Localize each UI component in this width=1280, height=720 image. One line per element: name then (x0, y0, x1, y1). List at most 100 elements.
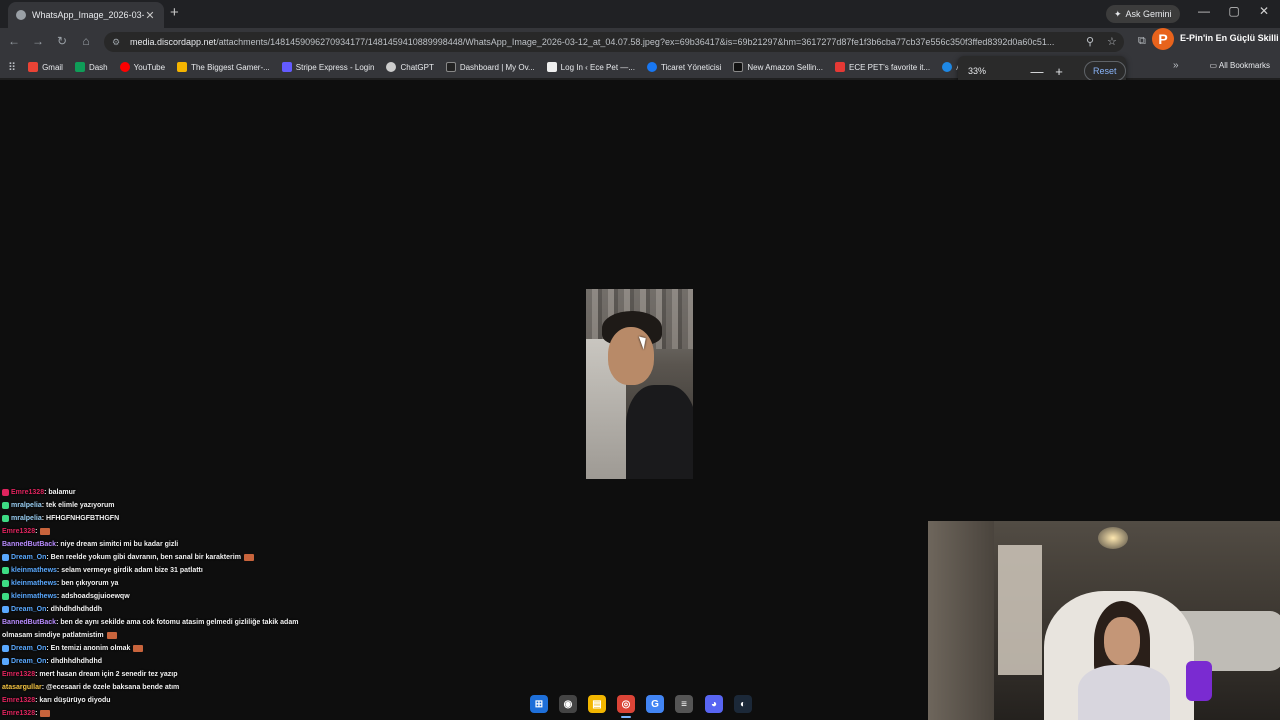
chat-username: mralpelia (11, 502, 42, 509)
viewed-image[interactable] (586, 289, 693, 479)
bookmark-dash[interactable]: Dash (74, 62, 108, 72)
app-icon[interactable]: ≡ (675, 695, 693, 713)
bookmark-chatgpt[interactable]: ChatGPT (386, 62, 434, 72)
chat-message: Emre1328: balamur (2, 488, 76, 498)
chat-message: olmasam simdiye patlatmistim (2, 631, 117, 641)
reload-icon[interactable]: ↻ (54, 34, 70, 48)
chat-message: BannedButBack: niye dream simitci mi bu … (2, 540, 178, 550)
meta-icon (646, 62, 657, 72)
taskbar: ⊞ ◉ ▤ ◎ G ≡ ◕ ◐ (0, 688, 1280, 720)
bookmark-stripe[interactable]: Stripe Express - Login (281, 62, 374, 72)
tab-whatsapp-image[interactable]: WhatsApp_Image_2026-03-12_ ✕ (8, 2, 164, 28)
chat-message: Dream_On: En temizi anonim olmak (2, 644, 144, 654)
ece-pet-icon (835, 62, 845, 72)
url-host: media.discordapp.net (130, 37, 217, 47)
chat-text: : mert hasan dream için 2 senedir tez ya… (35, 671, 178, 678)
ask-gemini-label: Ask Gemini (1125, 9, 1172, 19)
bookmark-gmail[interactable]: Gmail (28, 62, 63, 72)
windows-start-icon[interactable]: ⊞ (530, 695, 548, 713)
bookmark-a-icon (942, 62, 953, 72)
chatgpt-icon (386, 62, 397, 72)
chat-text: : dhdhhdhdhdhd (46, 658, 102, 665)
chat-username: BannedButBack (2, 541, 57, 548)
all-bookmarks[interactable]: ▭ All Bookmarks (1210, 61, 1270, 70)
chat-text: : ben de aynı sekilde ama cok fotomu ata… (56, 619, 299, 626)
profile-label: E-Pin'in En Güçlü Skilli (1180, 33, 1279, 43)
zoom-reset-button[interactable]: Reset (1084, 61, 1126, 81)
stripe-icon (281, 62, 292, 72)
chat-username: Dream_On (11, 554, 47, 561)
chat-text: : ben çıkıyorum ya (56, 580, 119, 587)
chat-message: Dream_On: dhhdhdhdhddh (2, 605, 102, 615)
chat-username: mralpelia (11, 515, 42, 522)
bookmark-star-icon[interactable]: ☆ (1107, 35, 1117, 48)
gemini-sparkle-icon: ✦ (1114, 8, 1122, 19)
address-bar[interactable]: ⚙ media.discordapp.net/attachments/14814… (104, 32, 1124, 52)
extensions-icon[interactable]: ⧉ (1138, 35, 1146, 48)
back-icon[interactable]: ← (6, 34, 22, 48)
chat-username: Emre1328 (2, 528, 36, 535)
forward-icon[interactable]: → (30, 34, 46, 48)
bookmark-biggest-gamer[interactable]: The Biggest Gamer-... (177, 62, 270, 72)
chat-text: : HFHGFNHGFBTHGFN (41, 515, 120, 522)
chat-text: : adshoadsgjuioewqw (56, 593, 130, 600)
home-icon[interactable]: ⌂ (78, 34, 94, 48)
chat-username: Dream_On (11, 645, 47, 652)
chat-username: kleinmathews (11, 567, 57, 574)
bookmark-ticaret[interactable]: Ticaret Yöneticisi (646, 62, 721, 72)
chat-badge-icon (2, 579, 9, 587)
amazon-icon (733, 62, 744, 72)
chat-badge-icon (2, 488, 9, 496)
bookmarks-overflow-icon[interactable]: » (1173, 60, 1179, 71)
antivirus-icon[interactable]: ◉ (559, 695, 577, 713)
chat-message: Emre1328: mert hasan dream için 2 senedi… (2, 670, 177, 680)
google-app-icon[interactable]: G (646, 695, 664, 713)
tab-title: WhatsApp_Image_2026-03-12_ (32, 10, 144, 20)
bookmark-youtube[interactable]: YouTube (119, 62, 165, 72)
site-info-icon[interactable]: ⚙ (112, 37, 124, 48)
chat-emote-icon (243, 553, 254, 561)
bookmark-amazon[interactable]: New Amazon Sellin... (733, 62, 823, 72)
chat-username: kleinmathews (11, 593, 57, 600)
chat-badge-icon (2, 657, 9, 665)
active-app-indicator (621, 716, 631, 718)
tab-close-icon[interactable]: ✕ (144, 9, 156, 22)
bookmark-dashboard[interactable]: Dashboard | My Ov... (445, 62, 535, 72)
chat-username: Dream_On (11, 606, 47, 613)
dashboard-icon (445, 62, 456, 72)
chat-badge-icon (2, 605, 9, 613)
close-window-button[interactable]: ✕ (1254, 4, 1274, 18)
chat-text: olmasam simdiye patlatmistim (2, 632, 104, 639)
gmail-icon (28, 62, 39, 72)
zoom-out-button[interactable]: — (1026, 64, 1048, 79)
minimize-button[interactable]: — (1194, 4, 1214, 18)
chat-message: Dream_On: dhdhhdhdhdhd (2, 657, 102, 667)
zoom-icon[interactable]: ⚲ (1086, 35, 1094, 48)
bookmark-ece-pet-favorites[interactable]: ECE PET's favorite it... (835, 62, 930, 72)
chat-username: BannedButBack (2, 619, 57, 626)
folder-icon: ▭ (1209, 61, 1218, 70)
chat-text: : tek elimle yazıyorum (41, 502, 115, 509)
url-path: /attachments/1481459096270934177/1481459… (216, 37, 1055, 47)
zoom-in-button[interactable]: + (1048, 64, 1070, 79)
new-tab-button[interactable]: + (170, 4, 179, 21)
chat-badge-icon (2, 644, 9, 652)
chat-text: : selam vermeye girdik adam bize 31 patl… (56, 567, 203, 574)
ask-gemini-button[interactable]: ✦ Ask Gemini (1106, 5, 1180, 23)
chat-emote-icon (106, 631, 117, 639)
profile-avatar[interactable]: P (1152, 28, 1174, 50)
wordpress-icon (546, 62, 557, 72)
chat-badge-icon (2, 501, 9, 509)
apps-grid-icon[interactable]: ⠿ (8, 61, 16, 74)
bookmark-ece-pet-login[interactable]: Log In ‹ Ece Pet —... (546, 62, 635, 72)
discord-icon[interactable]: ◕ (705, 695, 723, 713)
chat-message: kleinmathews: ben çıkıyorum ya (2, 579, 118, 589)
chat-text: : Ben reelde yokum gibi davranın, ben sa… (46, 554, 241, 561)
chrome-icon[interactable]: ◎ (617, 695, 635, 713)
chat-message: kleinmathews: selam vermeye girdik adam … (2, 566, 203, 576)
chat-emote-icon (40, 527, 51, 535)
file-explorer-icon[interactable]: ▤ (588, 695, 606, 713)
steam-icon[interactable]: ◐ (734, 695, 752, 713)
maximize-button[interactable]: ▢ (1224, 4, 1244, 18)
chat-message: Dream_On: Ben reelde yokum gibi davranın… (2, 553, 254, 563)
